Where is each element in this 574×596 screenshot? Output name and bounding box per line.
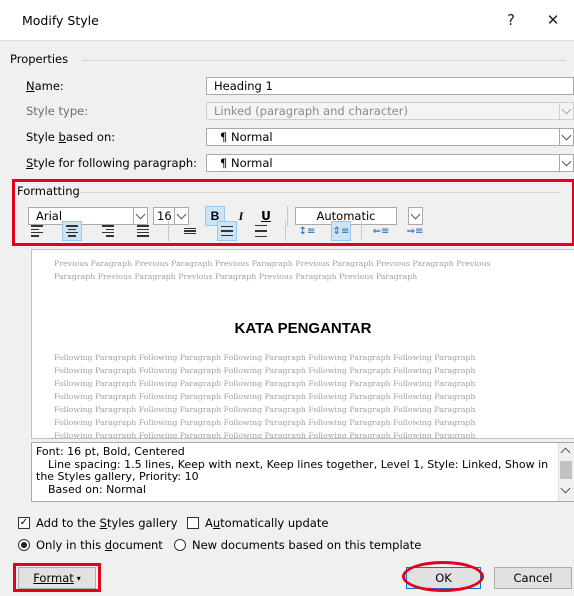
toolbar-separator	[168, 221, 169, 241]
align-right-icon	[102, 225, 114, 237]
properties-group-label: Properties	[10, 52, 69, 66]
preview-following-line: Following Paragraph Following Paragraph …	[54, 431, 476, 439]
preview-following-line: Following Paragraph Following Paragraph …	[54, 366, 476, 375]
preview-following-line: Following Paragraph Following Paragraph …	[54, 379, 476, 388]
chevron-down-icon	[561, 130, 572, 141]
preview-following-line: Following Paragraph Following Paragraph …	[54, 405, 476, 414]
dialog-title: Modify Style	[22, 13, 99, 28]
single-spacing-icon	[184, 228, 196, 234]
only-this-document-radio[interactable]	[18, 539, 30, 551]
title-bar: Modify Style ? ✕	[0, 0, 574, 41]
style-type-select[interactable]: Linked (paragraph and character)	[206, 102, 560, 120]
indent-icon: ⇒≡	[406, 225, 424, 237]
font-size-select[interactable]: 16	[153, 207, 175, 225]
following-dropdown-arrow[interactable]	[559, 154, 574, 172]
space-after-icon: ⇕≡	[332, 225, 350, 237]
preview-heading: KATA PENGANTAR	[234, 320, 372, 337]
close-button[interactable]: ✕	[538, 8, 568, 32]
space-before-icon: ↕≡	[298, 225, 316, 237]
decrease-indent-button[interactable]: ⇐≡	[371, 221, 391, 241]
based-on-dropdown-arrow[interactable]	[559, 128, 574, 146]
preview-following-line: Following Paragraph Following Paragraph …	[54, 353, 476, 362]
based-on-select[interactable]: ¶ Normal	[206, 128, 560, 146]
description-line: Based on: Normal	[48, 482, 146, 496]
align-left-icon	[31, 225, 43, 237]
description-line: the Styles gallery, Priority: 10	[36, 470, 199, 483]
decrease-space-before-button[interactable]: ⇕≡	[331, 221, 351, 241]
new-documents-radio[interactable]	[174, 539, 186, 551]
increase-space-before-button[interactable]: ↕≡	[297, 221, 317, 241]
format-button-label: Format	[33, 571, 74, 585]
style-description-text: Font: 16 pt, Bold, Centered Line spacing…	[36, 445, 556, 496]
align-right-button[interactable]	[98, 221, 118, 241]
outdent-icon: ⇐≡	[372, 225, 390, 237]
cancel-button[interactable]: Cancel	[494, 567, 572, 589]
style-preview-pane: Previous Paragraph Previous Paragraph Pr…	[31, 249, 574, 439]
chevron-down-icon	[135, 209, 146, 220]
checkmark-icon: ✓	[19, 517, 29, 528]
add-to-gallery-label: Add to the Styles gallery	[36, 516, 178, 530]
paragraph-mark-icon: ¶	[220, 130, 228, 144]
following-paragraph-value: Normal	[230, 156, 273, 170]
auto-update-checkbox[interactable]	[187, 517, 199, 529]
chevron-down-icon	[410, 209, 421, 220]
name-label: Name:	[26, 79, 64, 93]
align-center-button[interactable]	[62, 221, 82, 241]
paragraph-mark-icon: ¶	[220, 156, 228, 170]
properties-divider	[82, 60, 566, 61]
based-on-label: Style based on:	[26, 130, 116, 144]
one-and-half-spacing-icon	[221, 226, 233, 236]
toolbar-separator	[285, 221, 286, 241]
style-type-label: Style type:	[26, 104, 89, 118]
formatting-group-label: Formatting	[17, 184, 80, 198]
toolbar-separator	[361, 221, 362, 241]
following-paragraph-select[interactable]: ¶ Normal	[206, 154, 560, 172]
scroll-up-icon[interactable]	[560, 447, 571, 458]
following-paragraph-label: Style for following paragraph:	[26, 156, 198, 170]
radio-selected-dot	[21, 542, 27, 548]
toolbar-separator	[287, 206, 288, 226]
chevron-down-icon	[561, 104, 572, 115]
chevron-down-icon	[176, 209, 187, 220]
align-center-icon	[66, 225, 78, 237]
justify-button[interactable]	[133, 221, 153, 241]
only-this-document-label: Only in this document	[36, 538, 163, 552]
chevron-down-icon	[561, 156, 572, 167]
formatting-divider	[80, 192, 560, 193]
single-spacing-button[interactable]	[180, 221, 200, 241]
ok-highlight-ellipse	[402, 561, 484, 592]
double-spacing-button[interactable]	[251, 221, 271, 241]
preview-previous-line-2: Paragraph Previous Paragraph Previous Pa…	[54, 272, 418, 281]
format-button[interactable]: Format ▾	[18, 567, 96, 589]
style-description-box[interactable]: Font: 16 pt, Bold, Centered Line spacing…	[31, 442, 574, 502]
dropdown-caret-icon: ▾	[76, 573, 81, 583]
style-type-dropdown-arrow[interactable]	[559, 102, 574, 120]
add-to-gallery-checkbox[interactable]: ✓	[18, 517, 30, 529]
preview-following-line: Following Paragraph Following Paragraph …	[54, 418, 476, 427]
description-line: Font: 16 pt, Bold, Centered	[36, 445, 185, 458]
align-left-button[interactable]	[27, 221, 47, 241]
one-and-half-spacing-button[interactable]	[217, 221, 237, 241]
preview-previous-line-1: Previous Paragraph Previous Paragraph Pr…	[54, 259, 491, 268]
preview-following-line: Following Paragraph Following Paragraph …	[54, 392, 476, 401]
auto-update-label: Automatically update	[205, 516, 329, 530]
based-on-value: Normal	[230, 130, 273, 144]
justify-icon	[137, 225, 149, 237]
scroll-thumb[interactable]	[560, 461, 572, 479]
description-scrollbar[interactable]	[558, 443, 574, 501]
name-input[interactable]: Heading 1	[206, 77, 574, 95]
help-button[interactable]: ?	[496, 8, 526, 32]
double-spacing-icon	[255, 225, 267, 237]
scroll-down-icon[interactable]	[560, 483, 571, 494]
increase-indent-button[interactable]: ⇒≡	[405, 221, 425, 241]
new-documents-label: New documents based on this template	[192, 538, 422, 552]
